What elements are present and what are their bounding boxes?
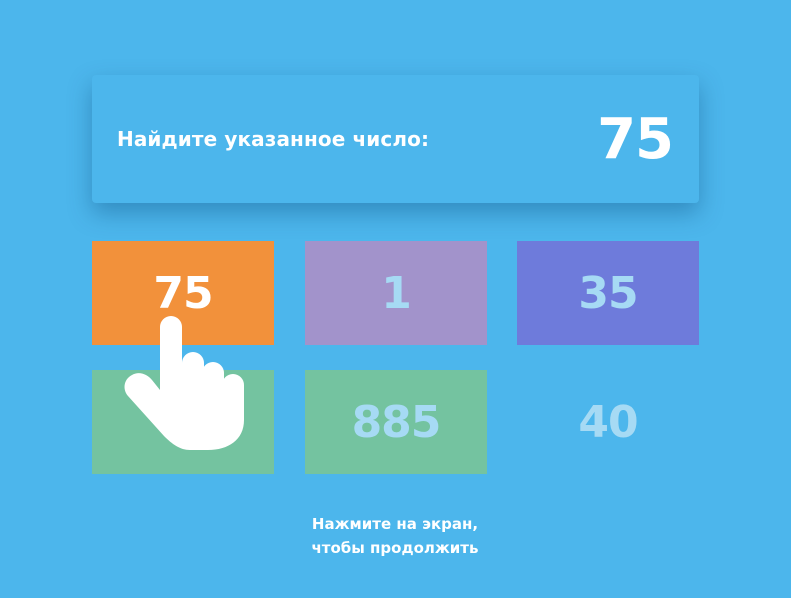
number-tile-hidden[interactable] bbox=[92, 370, 274, 474]
continue-hint-line-1: Нажмите на экран, bbox=[311, 515, 479, 533]
prompt-card: Найдите указанное число: 75 bbox=[92, 75, 699, 203]
number-tile-35[interactable]: 35 bbox=[517, 241, 699, 345]
target-number: 75 bbox=[597, 106, 674, 172]
number-tile-75[interactable]: 75 bbox=[92, 241, 274, 345]
continue-hint-line-2: чтобы продолжить bbox=[311, 539, 479, 557]
number-tile-885[interactable]: 885 bbox=[305, 370, 487, 474]
number-tile-1[interactable]: 1 bbox=[305, 241, 487, 345]
prompt-label: Найдите указанное число: bbox=[117, 127, 430, 151]
number-tile-40[interactable]: 40 bbox=[517, 370, 699, 474]
continue-hint: Нажмите на экран, чтобы продолжить bbox=[195, 512, 595, 560]
